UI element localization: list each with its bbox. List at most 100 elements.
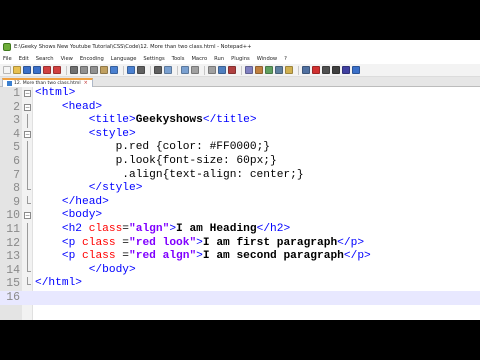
tab-label: 12. More than two class.html xyxy=(14,81,81,86)
stop-record-icon[interactable] xyxy=(322,66,330,74)
menu-window[interactable]: Window xyxy=(257,56,277,62)
menu-run[interactable]: Run xyxy=(214,56,224,62)
code-editor[interactable]: 1− <html> 2− <head> 3 <title>Geekyshows</ti… xyxy=(0,87,480,320)
notepadpp-icon xyxy=(3,42,11,51)
code-line[interactable]: 9 </head> xyxy=(0,195,480,210)
play-macro-icon[interactable] xyxy=(332,66,340,74)
fold-end-marker xyxy=(27,277,31,286)
undo-icon[interactable] xyxy=(110,66,118,74)
window-title: E:\Geeky Shows New Youtube Tutorial\CSS\… xyxy=(14,43,252,50)
fold-toggle-icon[interactable]: − xyxy=(24,130,31,138)
folder-workspace-icon[interactable] xyxy=(285,66,293,74)
toolbar-separator xyxy=(123,65,124,75)
code-line[interactable]: 3 <title>Geekyshows</title> xyxy=(0,114,480,128)
replace-icon[interactable] xyxy=(154,66,162,74)
new-file-icon[interactable] xyxy=(3,66,11,74)
doc-map-icon[interactable] xyxy=(265,66,273,74)
zoom-out-icon[interactable] xyxy=(181,66,189,74)
code-line[interactable]: 7 .align{text-align: center;} xyxy=(0,168,480,183)
menu-macro[interactable]: Macro xyxy=(191,56,207,62)
redo-icon[interactable] xyxy=(127,66,135,74)
indent-guide-icon[interactable] xyxy=(245,66,253,74)
menu-settings[interactable]: Settings xyxy=(143,56,164,62)
menu-search[interactable]: Search xyxy=(36,56,54,62)
line-number: 14 xyxy=(6,263,20,277)
menu-edit[interactable]: Edit xyxy=(19,56,29,62)
print-icon[interactable] xyxy=(70,66,78,74)
code-token: <p xyxy=(61,236,83,249)
code-token: <body> xyxy=(61,209,103,222)
code-token: <head> xyxy=(61,100,103,113)
code-line[interactable]: 16 xyxy=(0,291,480,305)
code-text: <title>Geekyshows</title> xyxy=(35,114,257,128)
code-line[interactable]: 12 <p class ="red look">I am first parag… xyxy=(0,236,480,251)
code-line[interactable]: 15 </html> xyxy=(0,277,480,291)
paste-icon[interactable] xyxy=(100,66,108,74)
code-line[interactable]: 5 p.red {color: #FF0000;} xyxy=(0,141,480,155)
zoom-in-icon[interactable] xyxy=(164,66,172,74)
line-number: 9 xyxy=(13,195,20,209)
record-macro-icon[interactable] xyxy=(312,66,320,74)
all-chars-icon[interactable] xyxy=(228,66,236,74)
code-token: </style> xyxy=(88,182,143,195)
menu-language[interactable]: Language xyxy=(111,56,137,62)
toolbar-separator xyxy=(241,65,242,75)
file-tab-icon xyxy=(7,81,12,86)
wrap-icon[interactable] xyxy=(218,66,226,74)
code-token: = xyxy=(115,236,130,249)
sync-h-icon[interactable] xyxy=(208,66,216,74)
close-icon[interactable] xyxy=(43,66,51,74)
code-token: .align{text-align: center;} xyxy=(122,168,304,181)
open-file-icon[interactable] xyxy=(13,66,21,74)
code-token: class xyxy=(82,236,116,249)
save-all-icon[interactable] xyxy=(33,66,41,74)
code-text: p.red {color: #FF0000;} xyxy=(35,141,270,155)
toolbar-separator xyxy=(298,65,299,75)
toolbar-separator xyxy=(150,65,151,75)
save-macro-icon[interactable] xyxy=(352,66,360,74)
tab-close-icon[interactable]: × xyxy=(84,81,88,86)
line-number: 3 xyxy=(13,114,20,128)
fold-guide xyxy=(27,236,28,251)
code-line[interactable]: 8 </style> xyxy=(0,182,480,196)
code-text: <p class ="red algn">I am second paragra… xyxy=(35,250,371,264)
code-line[interactable]: 13 <p class ="red algn">I am second para… xyxy=(0,250,480,264)
code-line[interactable]: 2− <head> xyxy=(0,101,480,115)
copy-icon[interactable] xyxy=(90,66,98,74)
lang-icon[interactable] xyxy=(255,66,263,74)
menu-help[interactable]: ? xyxy=(284,56,287,62)
close-all-icon[interactable] xyxy=(53,66,61,74)
menu-file[interactable]: File xyxy=(3,56,12,62)
menu-view[interactable]: View xyxy=(61,56,73,62)
monitor-icon[interactable] xyxy=(302,66,310,74)
menu-encoding[interactable]: Encoding xyxy=(80,56,104,62)
code-line[interactable]: 6 p.look{font-size: 60px;} xyxy=(0,155,480,169)
cut-icon[interactable] xyxy=(80,66,88,74)
code-line[interactable]: 4− <style> xyxy=(0,128,480,142)
menu-tools[interactable]: Tools xyxy=(172,56,185,62)
code-token: </head> xyxy=(61,195,109,208)
run-macro-multi-icon[interactable] xyxy=(342,66,350,74)
code-line[interactable]: 1− <html> xyxy=(0,87,480,101)
sync-v-icon[interactable] xyxy=(191,66,199,74)
fold-guide xyxy=(27,155,28,169)
save-icon[interactable] xyxy=(23,66,31,74)
code-line[interactable]: 14 </body> xyxy=(0,263,480,278)
code-token: class xyxy=(88,223,123,235)
tab-file[interactable]: 12. More than two class.html × xyxy=(2,78,93,87)
fold-toggle-icon[interactable]: − xyxy=(24,212,31,220)
menu-plugins[interactable]: Plugins xyxy=(231,56,250,62)
fold-guide xyxy=(27,250,28,264)
fold-toggle-icon[interactable]: − xyxy=(24,103,31,111)
function-list-icon[interactable] xyxy=(275,66,283,74)
fold-toggle-icon[interactable]: − xyxy=(24,90,31,97)
code-token: </html> xyxy=(35,277,82,290)
code-line[interactable]: 11 <h2 class="algn">I am Heading</h2> xyxy=(0,223,480,237)
find-icon[interactable] xyxy=(137,66,145,74)
code-line[interactable]: 10− <body> xyxy=(0,209,480,223)
